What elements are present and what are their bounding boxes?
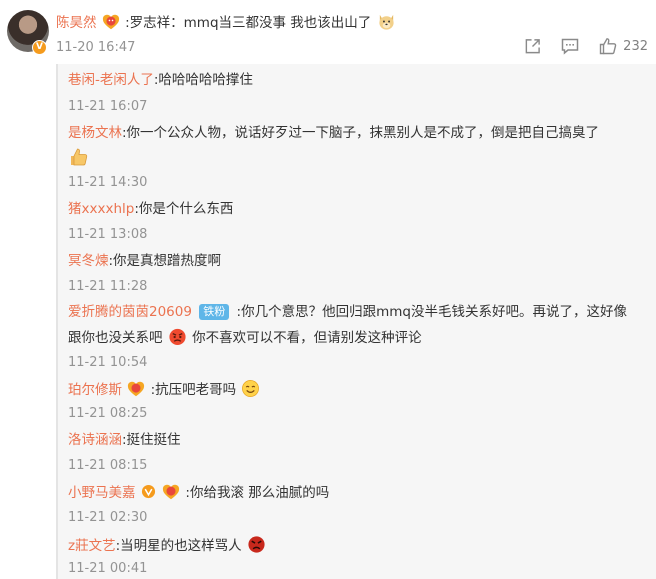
- comment-time: 11-20 16:47: [56, 40, 136, 55]
- reply-time: 11-21 11:28: [68, 279, 148, 294]
- fan-badge: 铁粉: [199, 304, 230, 320]
- thumbs-up-emoji-icon: [71, 148, 88, 166]
- reply-text: :你一个公众人物，说话好歹过一下脑子，抹黑别人是不成了，倒是把自己搞臭了: [122, 125, 600, 141]
- main-comment: 陈昊然 :罗志祥：mmq当三都没事 我也该出山了: [56, 12, 397, 32]
- reply-item: 小野马美嘉 :你给我滚 那么油腻的吗: [68, 483, 329, 502]
- author-link[interactable]: 小野马美嘉: [68, 485, 136, 501]
- comment-text: :罗志祥：mmq当三都没事 我也该出山了: [125, 15, 372, 31]
- reply-button[interactable]: [561, 38, 579, 55]
- author-link[interactable]: 是杨文林: [68, 125, 122, 141]
- angry-emoji-icon: [169, 328, 186, 346]
- reply-text: :你是真想蹭热度啊: [108, 253, 222, 269]
- angry-face-emoji-icon: [248, 536, 265, 553]
- fan-medal-icon: [128, 381, 145, 397]
- share-icon: [525, 38, 540, 53]
- verified-badge-icon: V: [32, 40, 47, 55]
- like-count: 232: [623, 38, 648, 54]
- reply-text: :你几个意思？他回归跟mmq没半毛钱关系好吧。再说了，这好像: [236, 304, 627, 320]
- thumbs-up-icon: [599, 38, 617, 55]
- reply-item: 巷闲-老闲人了:哈哈哈哈哈撑住: [68, 71, 253, 89]
- comment-panel: V 陈昊然 :罗志祥：mmq当三都没事 我也该出山了 11-20 16:47 2…: [0, 0, 656, 579]
- reply-time: 11-21 14:30: [68, 175, 148, 190]
- reply-item: 猪xxxxhlp:你是个什么东西: [68, 200, 233, 218]
- author-link[interactable]: 猪xxxxhlp: [68, 201, 134, 217]
- smile-emoji-icon: [242, 380, 260, 397]
- reply-item: 是杨文林:你一个公众人物，说话好歹过一下脑子，抹黑别人是不成了，倒是把自己搞臭了: [68, 124, 599, 168]
- reply-text-continued: 你不喜欢可以不看，但请别发这种评论: [192, 330, 422, 346]
- reply-text: :挺住挺住: [122, 432, 181, 448]
- author-link[interactable]: 巷闲-老闲人了: [68, 72, 154, 88]
- verified-badge-icon: [141, 484, 155, 499]
- reply-item: 爱折腾的茵茵20609 铁粉 :你几个意思？他回归跟mmq没半毛钱关系好吧。再说…: [68, 303, 627, 347]
- reply-text: :哈哈哈哈哈撑住: [153, 72, 253, 88]
- reply-time: 11-21 08:15: [68, 458, 148, 473]
- author-link[interactable]: 陈昊然: [56, 15, 97, 31]
- fan-medal-icon: [162, 484, 180, 500]
- reply-text: :抗压吧老哥吗: [150, 382, 237, 398]
- reply-time: 11-21 02:30: [68, 510, 148, 525]
- reply-item: 洛诗涵涵:挺住挺住: [68, 431, 181, 449]
- author-link[interactable]: 洛诗涵涵: [68, 432, 122, 448]
- reply-time: 11-21 10:54: [68, 355, 148, 370]
- reply-text: :你是个什么东西: [134, 201, 234, 217]
- reply-text-continued: 跟你也没关系吧: [68, 330, 163, 346]
- doge-emoji-icon: [378, 14, 394, 30]
- comment-actions: 232: [524, 37, 648, 55]
- reply-item: 冥冬煉:你是真想蹭热度啊: [68, 252, 221, 270]
- comment-icon: [561, 38, 579, 55]
- share-button[interactable]: [524, 38, 541, 55]
- reply-time: 11-21 16:07: [68, 99, 148, 114]
- reply-time: 11-21 00:41: [68, 561, 148, 576]
- author-link[interactable]: 冥冬煉: [68, 253, 109, 269]
- reply-item: z莊文艺:当明星的也这样骂人: [68, 535, 267, 555]
- reply-text: :你给我滚 那么油腻的吗: [185, 485, 330, 501]
- like-button[interactable]: 232: [599, 37, 648, 55]
- author-link[interactable]: 爱折腾的茵茵20609: [68, 304, 192, 320]
- fan-medal-icon: [102, 14, 119, 30]
- reply-time: 11-21 13:08: [68, 227, 148, 242]
- reply-item: 珀尔修斯 :抗压吧老哥吗: [68, 379, 261, 399]
- author-link[interactable]: z莊文艺: [68, 538, 116, 554]
- reply-text: :当明星的也这样骂人: [115, 538, 242, 554]
- author-link[interactable]: 珀尔修斯: [68, 382, 122, 398]
- reply-time: 11-21 08:25: [68, 406, 148, 421]
